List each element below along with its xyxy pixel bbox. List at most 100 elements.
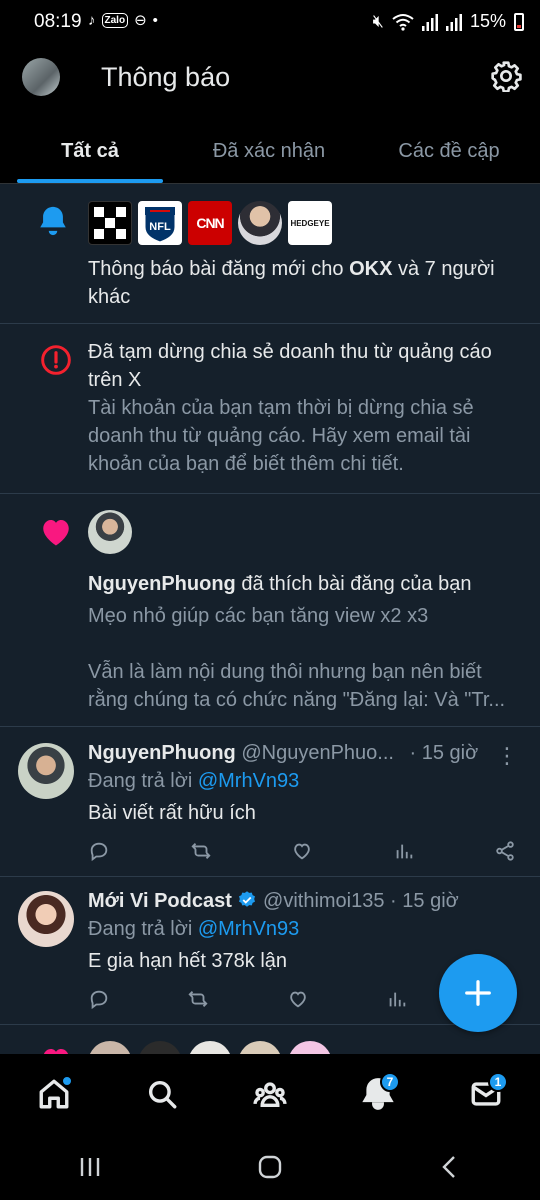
reply1-handle[interactable]: @NguyenPhuo... bbox=[241, 742, 394, 764]
reply2-name[interactable]: Mới Vi Podcast bbox=[88, 890, 232, 912]
okx-logo[interactable] bbox=[88, 201, 132, 245]
notification-revenue-paused[interactable]: Đã tạm dừng chia sẻ doanh thu từ quảng c… bbox=[0, 324, 540, 494]
status-right-icons: 🔇︎ 15% bbox=[373, 11, 524, 32]
compose-button[interactable] bbox=[439, 954, 517, 1032]
communities-icon bbox=[253, 1082, 287, 1108]
reply2-handle[interactable]: @vithimoi135 bbox=[263, 890, 384, 912]
avatar[interactable] bbox=[288, 1041, 332, 1054]
bottom-nav: 7 1 bbox=[0, 1054, 540, 1134]
more-dot-icon: • bbox=[152, 11, 158, 29]
reply1-text: Bài viết rất hữu ích bbox=[88, 802, 256, 824]
share-icon[interactable] bbox=[494, 840, 518, 864]
notifications-feed: NFL CNN HEDGEYE Thông báo bài đăng mới c… bbox=[0, 184, 540, 1054]
reply1-header: NguyenPhuong @NguyenPhuo... · 15 giờ bbox=[88, 739, 518, 767]
reply2-time: · 15 giờ bbox=[390, 890, 459, 912]
recent-apps-button[interactable] bbox=[60, 1142, 120, 1192]
nav-communities[interactable] bbox=[240, 1064, 300, 1124]
reply-icon[interactable] bbox=[88, 988, 112, 1012]
reply2-avatar[interactable] bbox=[18, 891, 74, 947]
status-bar: 08:19 ♪ Zalo ⊖ • 🔇︎ 15% bbox=[0, 0, 540, 46]
signal-icon-2 bbox=[445, 13, 462, 31]
search-icon bbox=[148, 1080, 177, 1109]
bell-icon bbox=[40, 206, 66, 236]
nav-messages[interactable]: 1 bbox=[456, 1064, 516, 1124]
avatar[interactable] bbox=[88, 1041, 132, 1054]
reply1-more-icon[interactable]: ⋮ bbox=[496, 743, 518, 769]
signal-icon bbox=[421, 13, 438, 31]
back-chevron-icon bbox=[442, 1156, 455, 1178]
mute-icon: 🔇︎ bbox=[372, 11, 384, 31]
avatar[interactable] bbox=[188, 1041, 232, 1054]
notification-tabs: Tất cả Đã xác nhận Các đề cập bbox=[0, 114, 540, 184]
plus-icon bbox=[465, 980, 491, 1006]
page-title: Thông báo bbox=[101, 62, 231, 92]
messages-badge: 1 bbox=[488, 1072, 508, 1092]
heart-icon bbox=[43, 1049, 69, 1054]
tab-mentions[interactable]: Các đề cập bbox=[358, 114, 540, 183]
revenue-body: Tài khoản của bạn tạm thời bị dừng chia … bbox=[88, 397, 474, 475]
tab-verified[interactable]: Đã xác nhận bbox=[180, 114, 358, 183]
avatar[interactable] bbox=[238, 1041, 282, 1054]
views-icon[interactable] bbox=[393, 840, 417, 864]
reply1-avatar[interactable] bbox=[18, 743, 74, 799]
tab-all[interactable]: Tất cả bbox=[0, 114, 180, 183]
status-left-icons: ♪ Zalo ⊖ • bbox=[88, 11, 158, 30]
reply2-actions bbox=[88, 988, 410, 1012]
home-circle-icon bbox=[258, 1155, 282, 1179]
home-system-button[interactable] bbox=[240, 1142, 300, 1192]
app-header: Thông báo bbox=[0, 46, 540, 114]
home-dot bbox=[62, 1076, 72, 1086]
recent-apps-icon bbox=[80, 1158, 100, 1176]
like-snippet-line2: Vẫn là làm nội dung thôi nhưng bạn nên b… bbox=[88, 661, 506, 711]
reply1-actions bbox=[88, 840, 518, 864]
status-time: 08:19 bbox=[34, 11, 82, 32]
avatar[interactable] bbox=[138, 1041, 182, 1054]
reply2-header: Mới Vi Podcast @vithimoi135 · 15 giờ bbox=[88, 887, 518, 915]
new-posts-text: Thông báo bài đăng mới cho OKX và 7 ngườ… bbox=[88, 258, 495, 308]
reply2-replying: Đang trả lời @MrhVn93 bbox=[88, 918, 300, 940]
repost-icon[interactable] bbox=[187, 988, 211, 1012]
notifications-badge: 7 bbox=[380, 1072, 400, 1092]
person-avatar[interactable] bbox=[238, 201, 282, 245]
system-nav bbox=[0, 1134, 540, 1200]
back-button[interactable] bbox=[420, 1142, 480, 1192]
views-icon[interactable] bbox=[386, 988, 410, 1012]
profile-avatar[interactable] bbox=[22, 58, 60, 96]
notification-like[interactable]: NguyenPhuong đã thích bài đăng của bạn M… bbox=[0, 494, 540, 727]
reply1-mention-link[interactable]: @MrhVn93 bbox=[198, 770, 299, 792]
alert-circle-icon bbox=[41, 345, 71, 375]
wifi-icon bbox=[392, 13, 414, 31]
liker-avatar[interactable] bbox=[88, 510, 132, 554]
nav-notifications[interactable]: 7 bbox=[348, 1064, 408, 1124]
tiktok-icon: ♪ bbox=[88, 11, 96, 29]
hedgeye-logo[interactable]: HEDGEYE bbox=[288, 201, 332, 245]
nfl-logo[interactable]: NFL bbox=[138, 201, 182, 245]
reply-notification-1[interactable]: NguyenPhuong @NguyenPhuo... · 15 giờ Đan… bbox=[0, 727, 540, 877]
like-icon[interactable] bbox=[291, 840, 315, 864]
nav-home[interactable] bbox=[24, 1064, 84, 1124]
reply-icon[interactable] bbox=[88, 840, 112, 864]
zalo-icon: Zalo bbox=[101, 12, 129, 28]
reply1-replying: Đang trả lời @MrhVn93 bbox=[88, 770, 300, 792]
reply1-time: · 15 giờ bbox=[409, 742, 479, 764]
settings-gear-icon[interactable] bbox=[490, 60, 522, 92]
reply1-name[interactable]: NguyenPhuong bbox=[88, 742, 236, 764]
revenue-title: Đã tạm dừng chia sẻ doanh thu từ quảng c… bbox=[88, 341, 492, 391]
partial-avatars bbox=[88, 1041, 332, 1054]
like-snippet-line1: Mẹo nhỏ giúp các bạn tăng view x2 x3 bbox=[88, 605, 429, 627]
heart-icon bbox=[43, 520, 69, 546]
reply2-mention-link[interactable]: @MrhVn93 bbox=[198, 918, 299, 940]
app-icon: ⊖ bbox=[134, 12, 147, 29]
like-icon[interactable] bbox=[287, 988, 311, 1012]
like-text: NguyenPhuong đã thích bài đăng của bạn bbox=[88, 573, 472, 595]
notification-partial[interactable] bbox=[0, 1025, 540, 1054]
repost-icon[interactable] bbox=[190, 840, 214, 864]
battery-percent: 15% bbox=[469, 11, 506, 31]
account-logos: NFL CNN HEDGEYE bbox=[88, 201, 518, 245]
nav-search[interactable] bbox=[132, 1064, 192, 1124]
cnn-logo[interactable]: CNN bbox=[188, 201, 232, 245]
verified-badge-icon bbox=[239, 891, 256, 907]
battery-icon bbox=[514, 12, 524, 31]
notification-new-posts[interactable]: NFL CNN HEDGEYE Thông báo bài đăng mới c… bbox=[0, 184, 540, 324]
nfl-text: NFL bbox=[149, 221, 171, 233]
